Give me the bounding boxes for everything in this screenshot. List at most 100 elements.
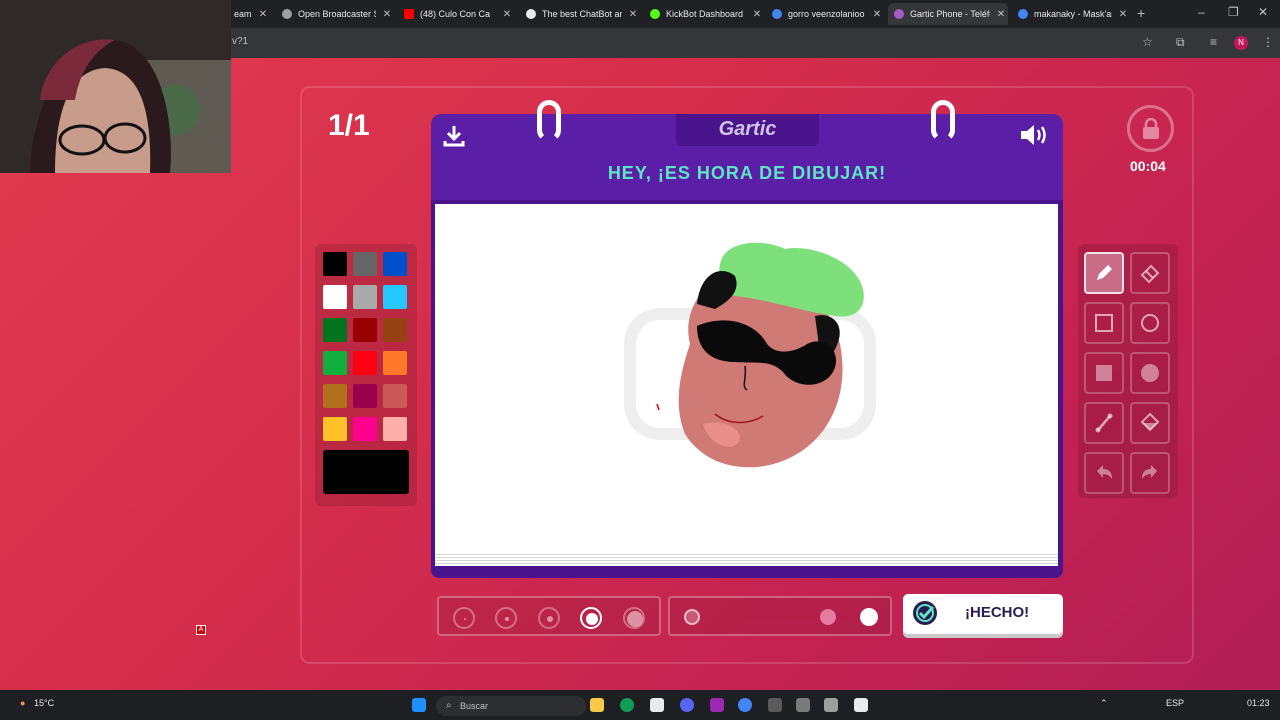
tab-close-icon[interactable]: ✕ (750, 9, 764, 20)
lock-icon (1143, 118, 1159, 139)
color-swatch[interactable] (383, 351, 407, 375)
eraser-tool[interactable] (1130, 252, 1170, 294)
discord-icon[interactable] (680, 698, 694, 712)
color-swatch[interactable] (353, 417, 377, 441)
done-button[interactable]: ¡HECHO! (903, 594, 1063, 634)
line-tool[interactable] (1084, 402, 1124, 444)
bookmark-star-icon[interactable]: ☆ (1142, 35, 1153, 49)
color-swatch[interactable] (323, 318, 347, 342)
color-swatch[interactable] (353, 351, 377, 375)
brush-size-5[interactable] (623, 607, 645, 629)
taskbar-search[interactable]: ⌕ Buscar (436, 696, 586, 716)
menu-icon[interactable]: ⋮ (1262, 35, 1274, 49)
gartic-icon (894, 9, 904, 19)
color-swatch[interactable] (353, 384, 377, 408)
profile-avatar[interactable]: N (1234, 36, 1248, 50)
tab-open-broadcaster[interactable]: Open Broadcaster Sc ✕ (276, 3, 394, 25)
selected-color-preview (323, 450, 409, 494)
tab-close-icon[interactable]: ✕ (380, 9, 394, 20)
new-tab-icon[interactable]: + (1137, 5, 1145, 21)
extensions-icon[interactable]: ⧉ (1176, 35, 1185, 50)
tab-close-icon[interactable]: ✕ (1116, 9, 1130, 20)
color-swatch[interactable] (323, 252, 347, 276)
tab-close-icon[interactable]: ✕ (994, 9, 1008, 20)
round-counter: 1/1 (328, 109, 370, 142)
youtube-icon (404, 9, 414, 19)
settings-icon[interactable] (824, 698, 838, 712)
speaker-icon[interactable] (1019, 122, 1051, 148)
tab-close-icon[interactable]: ✕ (626, 9, 640, 20)
color-swatch[interactable] (383, 417, 407, 441)
windows-start-icon[interactable] (412, 698, 426, 712)
filled-rectangle-tool[interactable] (1084, 352, 1124, 394)
edge-icon[interactable] (620, 698, 634, 712)
tab-gartic[interactable]: Gartic Phone - Teléfo ✕ (888, 3, 1008, 25)
weather-temp[interactable]: 15°C (34, 698, 54, 708)
opacity-slider[interactable] (668, 596, 892, 636)
obs-icon[interactable] (796, 698, 810, 712)
rectangle-tool[interactable] (1084, 302, 1124, 344)
color-swatch[interactable] (323, 285, 347, 309)
color-swatch[interactable] (383, 318, 407, 342)
download-icon[interactable] (443, 124, 465, 148)
pencil-tool[interactable] (1084, 252, 1124, 294)
sketchbook-pages (435, 552, 1058, 566)
google-icon (1018, 9, 1028, 19)
tray-chevron-icon[interactable]: ⌃ (1100, 698, 1108, 709)
minimize-icon[interactable]: – (1198, 5, 1205, 19)
undo-button[interactable] (1084, 452, 1124, 494)
lock-button[interactable] (1127, 105, 1174, 152)
draw-prompt-title: HEY, ¡ES HORA DE DIBUJAR! (607, 163, 887, 183)
opacity-low-icon (684, 609, 700, 625)
tab-close-icon[interactable]: ✕ (500, 9, 514, 20)
brush-size-selector (437, 596, 661, 636)
color-swatch[interactable] (383, 384, 407, 408)
language-indicator[interactable]: ESP (1166, 698, 1184, 708)
color-swatch[interactable] (323, 351, 347, 375)
app-icon[interactable] (854, 698, 868, 712)
opacity-thumb[interactable] (819, 609, 836, 625)
brush-size-2[interactable] (495, 607, 517, 629)
tab-close-icon[interactable]: ✕ (870, 9, 884, 20)
color-swatch[interactable] (323, 417, 347, 441)
color-swatch[interactable] (383, 285, 407, 309)
tab-close-icon[interactable]: ✕ (256, 9, 270, 20)
tab-makanaky[interactable]: makanaky - Mask'an ✕ (1012, 3, 1130, 25)
eraser-icon (1140, 264, 1160, 284)
app-icon[interactable] (768, 698, 782, 712)
color-swatch[interactable] (323, 384, 347, 408)
color-swatch[interactable] (353, 318, 377, 342)
tab-kickbot[interactable]: KickBot Dashboard ✕ (644, 3, 764, 25)
fill-tool[interactable] (1130, 402, 1170, 444)
timer: 00:04 (1130, 158, 1166, 174)
media-icon[interactable]: ≡ (1210, 35, 1217, 49)
tab-youtube[interactable]: (48) Culo Con Ca ✕ (398, 3, 514, 25)
filled-ellipse-tool[interactable] (1130, 352, 1170, 394)
gartic-logo: Gartic (718, 118, 777, 140)
clock[interactable]: 01:23 (1247, 698, 1270, 708)
color-swatch[interactable] (353, 285, 377, 309)
redo-button[interactable] (1130, 452, 1170, 494)
kickbot-icon (650, 9, 660, 19)
ellipse-tool[interactable] (1130, 302, 1170, 344)
store-icon[interactable] (650, 698, 664, 712)
url-field[interactable]: v?1 (232, 36, 248, 47)
chrome-icon[interactable] (738, 698, 752, 712)
weather-icon[interactable]: ● (20, 698, 25, 708)
brush-size-1[interactable] (453, 607, 475, 629)
tab-obs[interactable]: eam ✕ (228, 3, 270, 25)
color-swatch[interactable] (383, 252, 407, 276)
tab-chatbot[interactable]: The best ChatBot an ✕ (520, 3, 640, 25)
close-window-icon[interactable]: ✕ (1258, 5, 1268, 19)
drawing-canvas[interactable] (435, 204, 1058, 552)
tab-gorro[interactable]: gorro veenzolanioo ✕ (766, 3, 884, 25)
color-swatch[interactable] (353, 252, 377, 276)
restore-icon[interactable]: ❐ (1228, 5, 1239, 19)
brush-size-4[interactable] (580, 607, 602, 629)
square-outline-icon (1095, 314, 1113, 332)
app-icon[interactable] (710, 698, 724, 712)
brush-size-3[interactable] (538, 607, 560, 629)
check-icon (913, 601, 937, 625)
globe-icon (282, 9, 292, 19)
file-explorer-icon[interactable] (590, 698, 604, 712)
